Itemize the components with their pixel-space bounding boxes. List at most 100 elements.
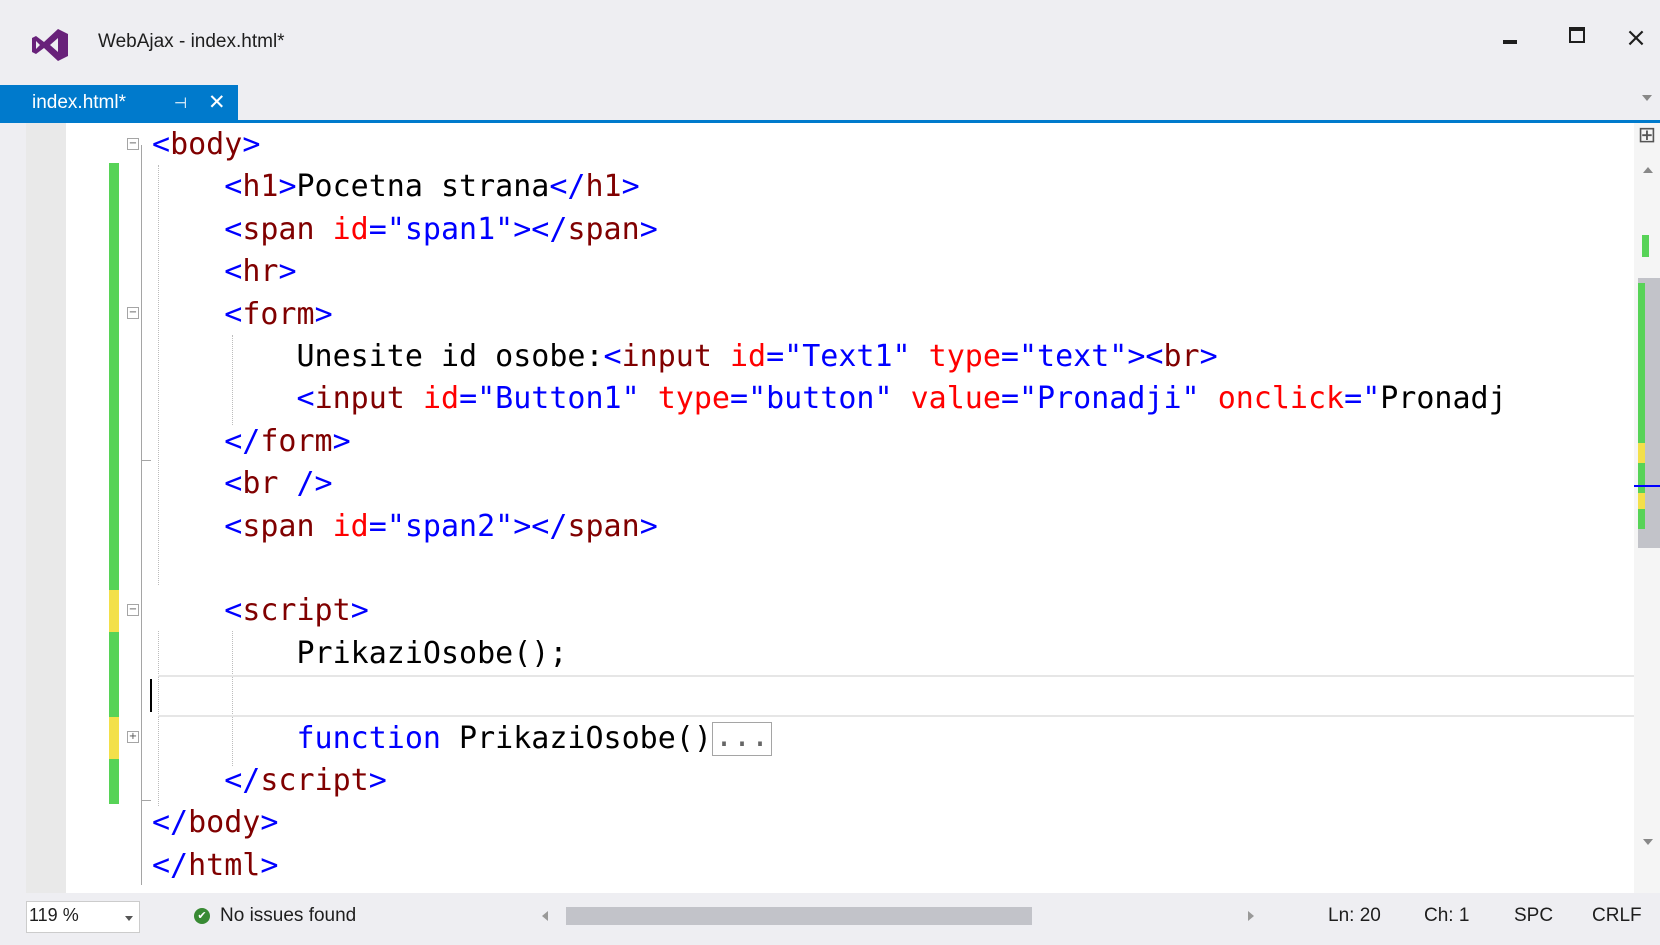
code-line[interactable]: <span id="span1"></span> (26, 207, 1634, 252)
collapsed-region[interactable]: ... (711, 722, 773, 757)
code-line[interactable] (26, 673, 1634, 718)
issues-text: No issues found (220, 905, 357, 926)
code-token: Unesite id osobe: (296, 339, 604, 374)
code-line[interactable]: <input id="Button1" type="button" value=… (26, 376, 1634, 421)
code-token: type (928, 339, 1001, 374)
code-token: > (350, 593, 369, 629)
code-line[interactable]: </html> (26, 843, 1634, 888)
scroll-change-mark (1638, 509, 1645, 529)
code-line[interactable] (26, 546, 1634, 591)
code-token: = (368, 211, 387, 247)
code-token: script (242, 593, 351, 629)
code-text: Unesite id osobe:<input id="Text1" type=… (152, 334, 1218, 379)
code-token: > (639, 508, 658, 544)
code-text: <h1>Pocetna strana</h1> (152, 164, 639, 209)
scroll-change-mark (1638, 443, 1645, 463)
code-line[interactable]: <h1>Pocetna strana</h1> (26, 164, 1634, 209)
close-window-button[interactable]: × (1614, 18, 1658, 58)
code-line[interactable]: </script> (26, 758, 1634, 803)
code-line[interactable]: <script> (26, 588, 1634, 633)
code-line[interactable]: <span id="span2"></span> (26, 504, 1634, 549)
code-text: </form> (152, 419, 350, 464)
line-ending[interactable]: CRLF (1592, 905, 1642, 927)
pin-icon[interactable]: ⊣ (174, 86, 187, 122)
scroll-caret-mark (1634, 485, 1660, 487)
scroll-change-mark (1642, 235, 1649, 257)
code-token: span (567, 211, 640, 247)
code-token: hr (242, 254, 279, 290)
indent-mode[interactable]: SPC (1514, 905, 1553, 927)
line-number[interactable]: Ln: 20 (1328, 905, 1381, 927)
split-window-icon[interactable]: ⊞ (1634, 123, 1660, 149)
close-icon: × (1625, 23, 1647, 53)
scroll-right-icon[interactable] (1248, 911, 1254, 921)
code-token: < (224, 169, 243, 205)
code-token: = (1344, 381, 1363, 417)
tab-dropdown-icon[interactable] (1642, 95, 1652, 101)
scroll-up-icon[interactable] (1643, 167, 1653, 173)
code-token: input (621, 339, 712, 374)
code-line[interactable]: </form> (26, 419, 1634, 464)
horizontal-scroll-thumb[interactable] (566, 907, 1032, 925)
zoom-value: 119 % (29, 905, 79, 925)
maximize-button[interactable] (1554, 18, 1598, 58)
code-line[interactable]: <br /> (26, 461, 1634, 506)
code-token: body (188, 805, 261, 841)
code-token: span (242, 508, 315, 544)
code-text: PrikaziOsobe(); (152, 631, 568, 676)
column-number[interactable]: Ch: 1 (1424, 905, 1469, 927)
code-text: <body> (152, 123, 260, 167)
code-token: < (224, 508, 243, 544)
code-text: function PrikaziOsobe()... (152, 716, 773, 761)
code-token: form (260, 423, 333, 459)
code-token: "button" (748, 381, 893, 417)
code-token: = (766, 339, 785, 374)
code-line[interactable]: Unesite id osobe:<input id="Text1" type=… (26, 334, 1634, 379)
scroll-change-mark (1638, 493, 1645, 509)
code-token: /> (296, 466, 333, 502)
code-line[interactable]: <form> (26, 292, 1634, 337)
scroll-left-icon[interactable] (542, 911, 548, 921)
code-line[interactable]: PrikaziOsobe(); (26, 631, 1634, 676)
code-line[interactable]: </body> (26, 800, 1634, 845)
code-token: function (296, 720, 442, 756)
tab-close-icon[interactable]: ✕ (208, 85, 226, 121)
scroll-change-mark (1638, 283, 1645, 443)
code-token: = (730, 381, 749, 417)
code-token: " (1362, 381, 1381, 417)
code-token: > (1199, 339, 1218, 374)
code-token: </ (152, 847, 189, 883)
tab-index-html[interactable]: index.html* ⊣ ✕ (0, 85, 238, 121)
code-token: < (296, 381, 315, 417)
code-token: "Button1" (477, 381, 640, 417)
scroll-down-icon[interactable] (1643, 839, 1653, 845)
code-editor[interactable]: − − − + <body> <h1>Pocetna strana</h1> <… (26, 123, 1634, 893)
vertical-scrollbar[interactable]: ⊞ (1634, 123, 1660, 893)
minimize-button[interactable] (1488, 18, 1532, 58)
code-token: script (260, 763, 369, 798)
code-line[interactable]: function PrikaziOsobe()... (26, 716, 1634, 761)
code-text: <span id="span1"></span> (152, 207, 658, 252)
code-token: Pocetna strana (296, 169, 550, 205)
chevron-down-icon (125, 916, 133, 921)
zoom-select[interactable]: 119 % (26, 901, 140, 933)
code-line[interactable]: <hr> (26, 249, 1634, 294)
code-token: html (188, 847, 261, 883)
code-token: br (242, 466, 279, 502)
code-text: </script> (152, 758, 387, 803)
code-line[interactable]: <body> (26, 123, 1634, 167)
code-token: "text" (1018, 339, 1128, 374)
code-token: > (278, 254, 297, 290)
code-token: Pronadj (1380, 381, 1507, 417)
